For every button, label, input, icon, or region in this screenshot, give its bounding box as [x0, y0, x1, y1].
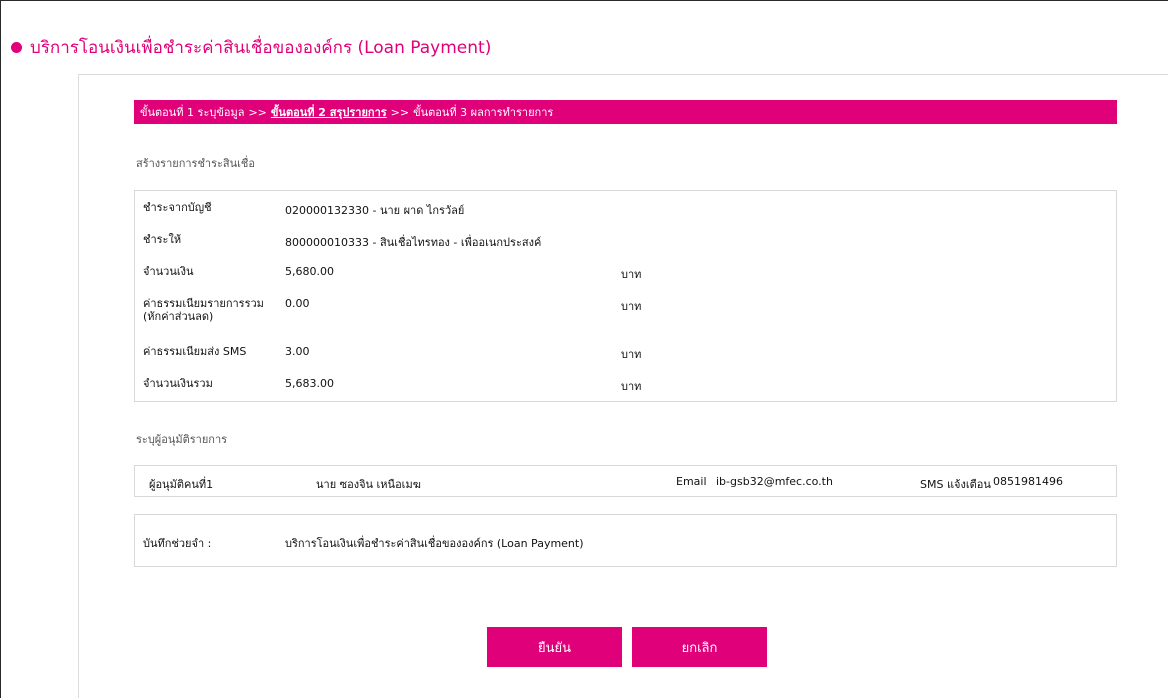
summary-value: 3.00: [285, 345, 310, 358]
summary-label: ชำระให้: [143, 233, 182, 246]
approver-sms: 0851981496: [993, 475, 1063, 488]
summary-value: 020000132330 - นาย ผาด ไกรวัลย์: [285, 204, 465, 217]
summary-label: จำนวนเงิน: [143, 265, 194, 278]
step-separator: >>: [390, 105, 410, 119]
memo-value: บริการโอนเงินเพื่อชำระค่าสินเชื่อขององค์…: [285, 537, 584, 550]
approver-sms-label: SMS แจ้งเตือน: [920, 478, 991, 491]
page-title: บริการโอนเงินเพื่อชำระค่าสินเชื่อขององค์…: [11, 34, 491, 61]
summary-heading: สร้างรายการชำระสินเชื่อ: [136, 157, 255, 170]
summary-value: 800000010333 - สินเชื่อไทรทอง - เพื่ออเน…: [285, 236, 542, 249]
page-title-text: บริการโอนเงินเพื่อชำระค่าสินเชื่อขององค์…: [30, 38, 492, 58]
summary-unit: บาท: [621, 348, 642, 361]
summary-label: จำนวนเงินรวม: [143, 377, 213, 390]
summary-value: 5,680.00: [285, 265, 334, 278]
approver-name: นาย ซองจิน เหนือเมฆ: [316, 478, 421, 491]
step-2-current: ขั้นตอนที่ 2 สรุปรายการ: [270, 106, 387, 119]
summary-unit: บาท: [621, 268, 642, 281]
summary-value: 0.00: [285, 297, 310, 310]
confirm-button[interactable]: ยืนยัน: [487, 627, 622, 667]
summary-unit: บาท: [621, 380, 642, 393]
step-separator: >>: [248, 105, 267, 119]
step-1: ขั้นตอนที่ 1 ระบุข้อมูล: [140, 106, 245, 119]
approver-email: ib-gsb32@mfec.co.th: [716, 475, 833, 488]
bullet-dot-icon: [11, 42, 22, 53]
summary-value: 5,683.00: [285, 377, 334, 390]
approver-email-label: Email: [676, 475, 707, 488]
summary-box: [134, 190, 1117, 402]
memo-label: บันทึกช่วยจำ :: [143, 537, 212, 550]
approver-heading: ระบุผู้อนุมัติรายการ: [136, 433, 228, 446]
step-3: ขั้นตอนที่ 3 ผลการทำรายการ: [413, 106, 554, 119]
approver-label: ผู้อนุมัติคนที่1: [149, 478, 214, 491]
summary-label: ชำระจากบัญชี: [143, 201, 212, 214]
step-progress-bar: ขั้นตอนที่ 1 ระบุข้อมูล >> ขั้นตอนที่ 2 …: [134, 100, 1117, 124]
memo-box: [134, 514, 1117, 567]
summary-label: ค่าธรรมเนียมส่ง SMS: [143, 345, 247, 358]
cancel-button[interactable]: ยกเลิก: [632, 627, 767, 667]
summary-unit: บาท: [621, 300, 642, 313]
summary-label: ค่าธรรมเนียมรายการรวม (หักค่าส่วนลด): [143, 297, 264, 323]
